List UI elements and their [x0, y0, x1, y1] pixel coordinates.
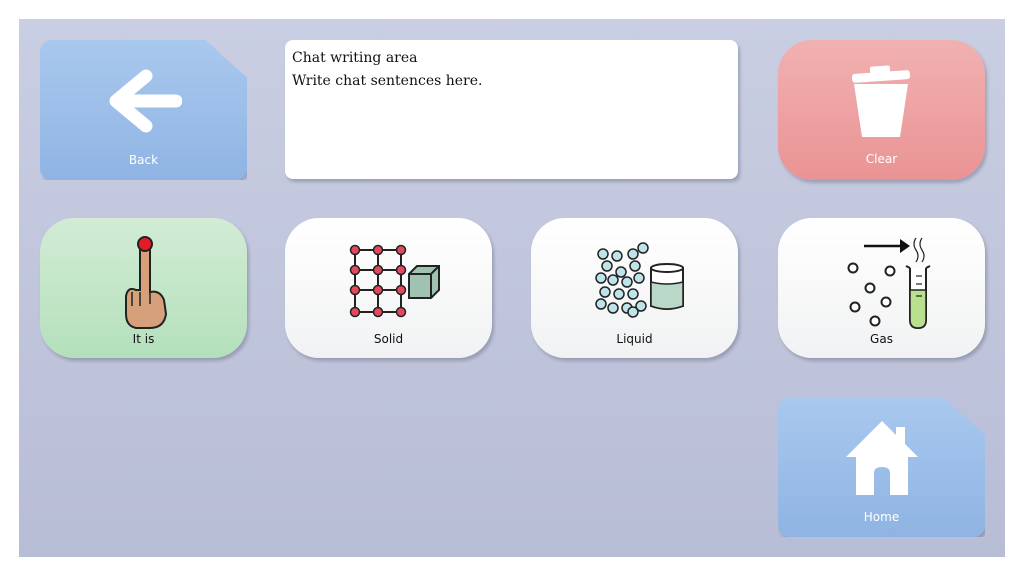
it-is-button[interactable]: It is	[40, 218, 247, 358]
clear-button[interactable]: Clear	[778, 40, 985, 180]
clear-label: Clear	[865, 152, 898, 166]
chat-writing-area[interactable]: Chat writing area Write chat sentences h…	[285, 40, 738, 179]
chat-text-line-1: Chat writing area	[292, 50, 418, 66]
liquid-label: Liquid	[616, 332, 653, 346]
liquid-beaker-icon	[595, 242, 684, 318]
back-label: Back	[128, 153, 159, 167]
back-button[interactable]: Back	[40, 40, 247, 180]
solid-lattice-icon	[349, 244, 440, 318]
gas-label: Gas	[870, 332, 893, 346]
it-is-label: It is	[132, 332, 155, 346]
liquid-button[interactable]: Liquid	[531, 218, 738, 358]
house-icon	[846, 421, 918, 495]
solid-label: Solid	[373, 332, 404, 346]
gas-test-tube-icon	[847, 237, 931, 330]
home-label: Home	[863, 510, 900, 524]
gas-button[interactable]: Gas	[778, 218, 985, 358]
trash-icon	[851, 65, 911, 137]
chat-text-line-2: Write chat sentences here.	[292, 73, 483, 89]
solid-button[interactable]: Solid	[285, 218, 492, 358]
pointing-finger-icon	[125, 236, 168, 329]
arrow-left-icon	[109, 69, 182, 133]
home-button[interactable]: Home	[778, 397, 985, 537]
